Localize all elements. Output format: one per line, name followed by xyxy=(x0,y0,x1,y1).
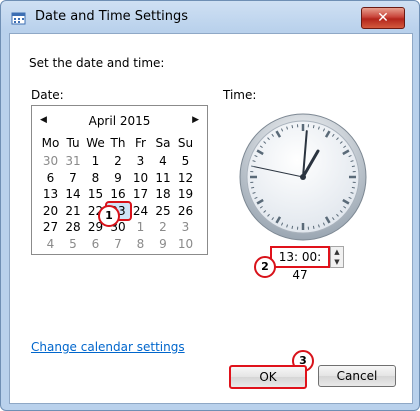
title-bar[interactable]: Date and Time Settings ✕ xyxy=(1,1,419,33)
day-of-week-header: Sa xyxy=(155,136,171,150)
window-title: Date and Time Settings xyxy=(35,9,189,24)
calendar-day[interactable]: 20 xyxy=(39,203,62,219)
calendar-day[interactable]: 25 xyxy=(152,203,175,219)
analog-clock xyxy=(239,113,367,241)
calendar-day[interactable]: 18 xyxy=(152,186,175,202)
step-marker-1: 1 xyxy=(98,205,120,227)
close-button[interactable]: ✕ xyxy=(361,7,405,29)
calendar-day[interactable]: 2 xyxy=(107,153,130,169)
calendar-day[interactable]: 1 xyxy=(84,153,107,169)
day-of-week-header: Su xyxy=(177,136,194,150)
calendar-day[interactable]: 3 xyxy=(129,153,152,169)
calendar-day[interactable]: 13 xyxy=(39,186,62,202)
change-calendar-settings-link[interactable]: Change calendar settings xyxy=(31,340,185,354)
calendar-day[interactable]: 27 xyxy=(39,219,62,235)
dialog-window: Date and Time Settings ✕ Set the date an… xyxy=(0,0,420,411)
time-label: Time: xyxy=(223,88,257,102)
day-of-week-header: We xyxy=(86,136,105,150)
calendar-day[interactable]: 8 xyxy=(84,170,107,186)
calendar-day[interactable]: 12 xyxy=(174,170,197,186)
close-icon: ✕ xyxy=(377,10,389,26)
calendar-day[interactable]: 6 xyxy=(84,236,107,252)
calendar-day[interactable]: 30 xyxy=(39,153,62,169)
calendar-day[interactable]: 11 xyxy=(152,170,175,186)
calendar-day[interactable]: 28 xyxy=(62,219,85,235)
day-of-week-header: Tu xyxy=(66,136,80,150)
calendar-day[interactable]: 21 xyxy=(62,203,85,219)
calendar-day[interactable]: 26 xyxy=(174,203,197,219)
calendar-header: ◀ April 2015 ▶ xyxy=(32,114,207,130)
day-of-week-header: Th xyxy=(110,136,126,150)
calendar-day[interactable]: 31 xyxy=(62,153,85,169)
cancel-button[interactable]: Cancel xyxy=(318,365,396,387)
calendar-clock-icon xyxy=(11,12,26,25)
spin-up-icon[interactable]: ▲ xyxy=(331,247,343,257)
day-of-week-header: Mo xyxy=(41,136,60,150)
calendar-day[interactable]: 17 xyxy=(129,186,152,202)
calendar-day[interactable]: 2 xyxy=(152,219,175,235)
calendar-day[interactable]: 3 xyxy=(174,219,197,235)
calendar-day[interactable]: 7 xyxy=(107,236,130,252)
calendar-day[interactable]: 4 xyxy=(152,153,175,169)
calendar-day[interactable]: 5 xyxy=(62,236,85,252)
calendar-day[interactable]: 5 xyxy=(174,153,197,169)
calendar-day[interactable]: 10 xyxy=(174,236,197,252)
calendar-day[interactable]: 7 xyxy=(62,170,85,186)
calendar-day[interactable]: 6 xyxy=(39,170,62,186)
day-of-week-header: Fr xyxy=(135,136,146,150)
calendar-day[interactable]: 9 xyxy=(152,236,175,252)
calendar-day[interactable]: 16 xyxy=(107,186,130,202)
calendar-day[interactable]: 8 xyxy=(129,236,152,252)
instruction-text: Set the date and time: xyxy=(29,56,165,70)
dialog-content: Set the date and time: Date: Time: ◀ Apr… xyxy=(9,33,413,404)
calendar-day[interactable]: 19 xyxy=(174,186,197,202)
time-input[interactable]: 13: 00: 47 xyxy=(270,246,330,282)
calendar-day[interactable]: 14 xyxy=(62,186,85,202)
calendar-day[interactable]: 1 xyxy=(129,219,152,235)
calendar-month-label[interactable]: April 2015 xyxy=(32,114,207,128)
calendar-day[interactable]: 10 xyxy=(129,170,152,186)
calendar-day[interactable]: 24 xyxy=(129,203,152,219)
calendar-day[interactable]: 15 xyxy=(84,186,107,202)
step-marker-2: 2 xyxy=(254,256,276,278)
calendar-day[interactable]: 9 xyxy=(107,170,130,186)
date-label: Date: xyxy=(31,88,64,102)
time-spinner[interactable]: ▲ ▼ xyxy=(330,246,344,268)
next-month-icon[interactable]: ▶ xyxy=(192,115,199,125)
spin-down-icon[interactable]: ▼ xyxy=(331,257,343,267)
ok-button[interactable]: OK xyxy=(229,365,307,389)
calendar: ◀ April 2015 ▶ Mo Tu We Th Fr Sa Su 30 31 1 2 3 4 5 6 7… xyxy=(31,105,208,255)
calendar-day[interactable]: 4 xyxy=(39,236,62,252)
